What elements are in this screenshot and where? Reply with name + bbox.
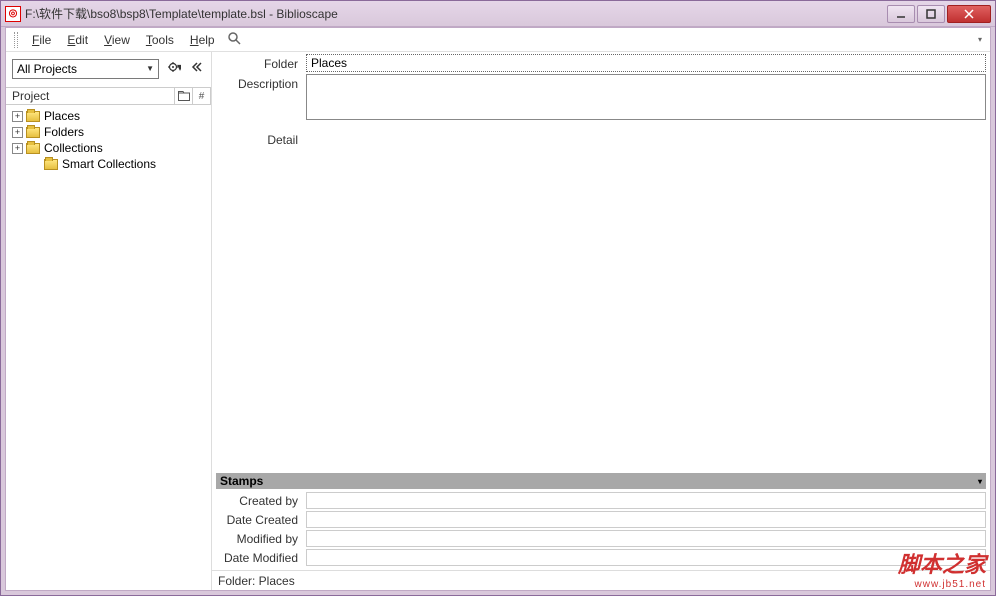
project-tree: + Places + Folders + Collections [6, 105, 211, 175]
date-created-row: Date Created [216, 511, 986, 528]
folder-icon [44, 159, 58, 170]
expand-icon[interactable]: + [12, 143, 23, 154]
titlebar[interactable]: ◎ F:\软件下载\bso8\bsp8\Template\template.bs… [1, 1, 995, 27]
projects-toolbar: All Projects ▼ ▾ [6, 52, 211, 83]
modified-by-label: Modified by [216, 532, 306, 546]
window-title: F:\软件下载\bso8\bsp8\Template\template.bsl … [25, 5, 887, 22]
tree-node-smart-collections[interactable]: Smart Collections [8, 156, 209, 172]
statusbar: Folder: Places [212, 570, 990, 590]
menu-tools[interactable]: Tools [138, 31, 182, 49]
fields-section: Folder Places Description [212, 52, 990, 120]
folder-field-input[interactable]: Places [306, 54, 986, 72]
menu-edit[interactable]: Edit [59, 31, 96, 49]
date-modified-row: Date Modified [216, 549, 986, 566]
detail-pane: Folder Places Description Detail Stamps [212, 52, 990, 590]
date-created-input[interactable] [306, 511, 986, 528]
date-modified-input[interactable] [306, 549, 986, 566]
minimize-button[interactable] [887, 5, 915, 23]
tree-node-collections[interactable]: + Collections [8, 140, 209, 156]
window-controls [887, 5, 991, 23]
main-body: All Projects ▼ ▾ Project # [6, 52, 990, 590]
modified-by-row: Modified by [216, 530, 986, 547]
created-by-row: Created by [216, 492, 986, 509]
tree-label: Folders [44, 125, 84, 139]
stamps-body: Created by Date Created Modified by Date… [212, 489, 990, 570]
description-field-input[interactable] [306, 74, 986, 120]
window-frame: ◎ F:\软件下载\bso8\bsp8\Template\template.bs… [0, 0, 996, 596]
created-by-input[interactable] [306, 492, 986, 509]
project-pane: All Projects ▼ ▾ Project # [6, 52, 212, 590]
stamps-collapse-icon[interactable]: ▾ [978, 477, 982, 486]
modified-by-input[interactable] [306, 530, 986, 547]
folder-icon [26, 143, 40, 154]
menu-file[interactable]: File [24, 31, 59, 49]
app-icon: ◎ [5, 6, 21, 22]
stamps-header-label: Stamps [220, 474, 263, 488]
expand-icon[interactable]: + [12, 127, 23, 138]
projects-selector[interactable]: All Projects ▼ [12, 59, 159, 79]
menubar-overflow-icon[interactable]: ▾ [978, 35, 982, 44]
tree-label: Smart Collections [62, 157, 156, 171]
tree-label: Collections [44, 141, 103, 155]
menu-help[interactable]: Help [182, 31, 223, 49]
date-modified-label: Date Modified [216, 551, 306, 565]
tree-node-folders[interactable]: + Folders [8, 124, 209, 140]
menu-view[interactable]: View [96, 31, 138, 49]
projects-selector-value: All Projects [17, 62, 77, 76]
folder-icon [26, 127, 40, 138]
tree-header-label[interactable]: Project [6, 88, 175, 104]
content-area: File Edit View Tools Help ▾ All Projects… [5, 27, 991, 591]
folder-icon [26, 111, 40, 122]
search-icon[interactable] [227, 31, 241, 48]
folder-field-value: Places [311, 56, 347, 70]
statusbar-text: Folder: Places [218, 574, 295, 588]
tree-node-places[interactable]: + Places [8, 108, 209, 124]
collapse-pane-button[interactable] [189, 59, 205, 78]
close-button[interactable] [947, 5, 991, 23]
svg-text:▾: ▾ [177, 60, 181, 74]
detail-field-row: Detail [212, 120, 990, 473]
folder-field-row: Folder Places [216, 54, 986, 74]
tree-label: Places [44, 109, 80, 123]
menubar: File Edit View Tools Help ▾ [6, 28, 990, 52]
folder-field-label: Folder [216, 54, 306, 74]
expand-icon[interactable]: + [12, 111, 23, 122]
chevron-down-icon: ▼ [146, 64, 154, 73]
tree-header-folder-icon[interactable] [175, 88, 193, 104]
menubar-grip[interactable] [14, 32, 18, 48]
date-created-label: Date Created [216, 513, 306, 527]
stamps-header[interactable]: Stamps ▾ [216, 473, 986, 489]
created-by-label: Created by [216, 494, 306, 508]
settings-button[interactable]: ▾ [165, 58, 183, 79]
detail-field-label: Detail [216, 130, 306, 473]
description-field-row: Description [216, 74, 986, 120]
tree-header-hash-icon[interactable]: # [193, 88, 211, 104]
maximize-button[interactable] [917, 5, 945, 23]
description-field-label: Description [216, 74, 306, 94]
tree-header: Project # [6, 87, 211, 105]
expand-spacer [30, 159, 41, 170]
